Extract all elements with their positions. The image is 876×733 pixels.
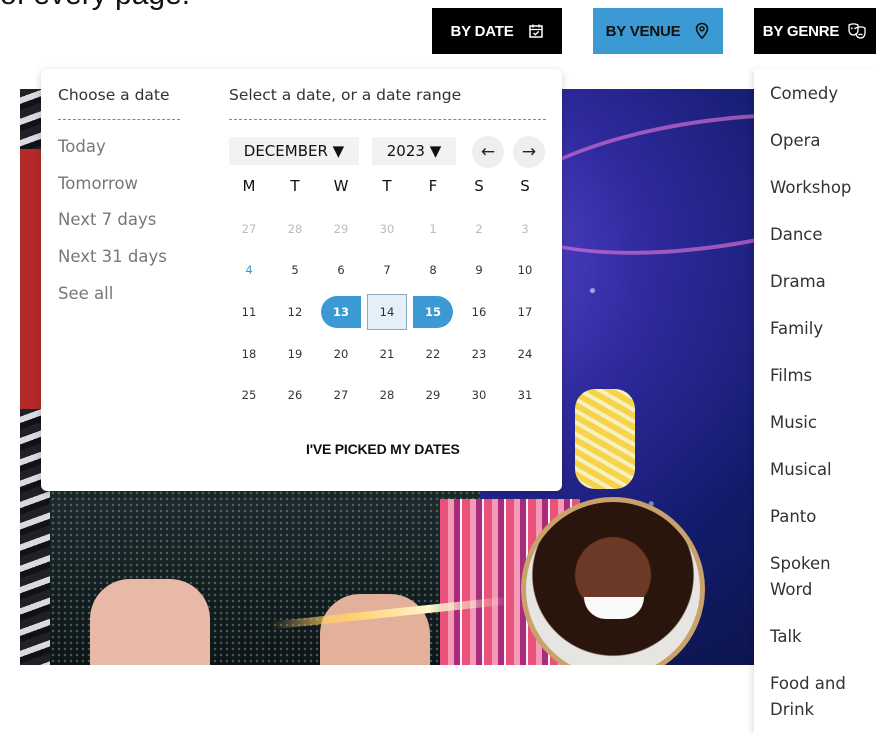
- calendar-day[interactable]: 31: [505, 379, 545, 411]
- arrow-right-icon: →: [521, 142, 537, 162]
- calendar-day[interactable]: 11: [229, 296, 269, 328]
- quick-option-next-7-days[interactable]: Next 7 days: [58, 210, 156, 229]
- calendar-day[interactable]: 26: [275, 379, 315, 411]
- calendar-day-in-range[interactable]: 14: [367, 294, 407, 330]
- calendar-day[interactable]: 21: [367, 338, 407, 370]
- previous-month-button[interactable]: ←: [472, 136, 504, 168]
- calendar-day[interactable]: 7: [367, 254, 407, 286]
- quick-option-today[interactable]: Today: [58, 137, 106, 156]
- calendar-day[interactable]: 29: [413, 379, 453, 411]
- calendar-day[interactable]: 2: [459, 213, 499, 245]
- genre-item-talk[interactable]: Talk: [770, 624, 870, 650]
- calendar-day[interactable]: 27: [229, 213, 269, 245]
- month-select[interactable]: DECEMBER ▼: [229, 137, 359, 165]
- calendar-day[interactable]: 28: [367, 379, 407, 411]
- genre-item-musical[interactable]: Musical: [770, 457, 870, 483]
- by-venue-button[interactable]: BY VENUE: [593, 8, 723, 54]
- genre-item-drama[interactable]: Drama: [770, 269, 870, 295]
- genre-item-films[interactable]: Films: [770, 363, 870, 389]
- calendar-day[interactable]: 25: [229, 379, 269, 411]
- hero-portrait-avatar: [521, 497, 705, 665]
- weekday-header: T: [382, 177, 392, 195]
- calendar-day[interactable]: 27: [321, 379, 361, 411]
- by-date-label: BY DATE: [450, 22, 514, 40]
- weekday-header: S: [520, 177, 530, 195]
- calendar-day[interactable]: 29: [321, 213, 361, 245]
- year-select[interactable]: 2023 ▼: [372, 137, 456, 165]
- weekday-header: M: [242, 177, 256, 195]
- calendar-day[interactable]: 20: [321, 338, 361, 370]
- calendar-day[interactable]: 12: [275, 296, 315, 328]
- choose-date-heading: Choose a date: [58, 86, 170, 104]
- hero-yellow-bow: [575, 389, 635, 489]
- genre-item-dance[interactable]: Dance: [770, 222, 870, 248]
- by-genre-button[interactable]: BY GENRE: [754, 8, 876, 54]
- calendar-day[interactable]: 22: [413, 338, 453, 370]
- weekday-header: F: [428, 177, 438, 195]
- quick-option-tomorrow[interactable]: Tomorrow: [58, 174, 138, 193]
- calendar-day[interactable]: 24: [505, 338, 545, 370]
- genre-dropdown: Comedy Opera Workshop Dance Drama Family…: [754, 69, 876, 733]
- calendar-day-range-end[interactable]: 15: [413, 296, 453, 328]
- calendar-day[interactable]: 18: [229, 338, 269, 370]
- picked-dates-button[interactable]: I'VE PICKED MY DATES: [306, 441, 460, 457]
- date-picker-panel: Choose a date Today Tomorrow Next 7 days…: [41, 69, 562, 491]
- calendar-day[interactable]: 30: [459, 379, 499, 411]
- genre-item-music[interactable]: Music: [770, 410, 870, 436]
- by-genre-label: BY GENRE: [762, 22, 840, 40]
- next-month-button[interactable]: →: [513, 136, 545, 168]
- weekday-header: S: [474, 177, 484, 195]
- date-range-divider: [229, 119, 546, 120]
- calendar-day[interactable]: 17: [505, 296, 545, 328]
- page-intro-text: of every page.: [0, 0, 190, 12]
- calendar-day[interactable]: 3: [505, 213, 545, 245]
- genre-item-family[interactable]: Family: [770, 316, 870, 342]
- genre-item-opera[interactable]: Opera: [770, 128, 870, 154]
- quick-option-next-31-days[interactable]: Next 31 days: [58, 247, 167, 266]
- genre-item-workshop[interactable]: Workshop: [770, 175, 870, 201]
- theatre-masks-icon: [847, 22, 867, 40]
- calendar-day[interactable]: 1: [413, 213, 453, 245]
- genre-item-food-and-drink[interactable]: Food and Drink: [770, 671, 870, 723]
- map-pin-icon: [694, 22, 710, 40]
- genre-item-panto[interactable]: Panto: [770, 504, 870, 530]
- hero-hand-right: [320, 594, 430, 665]
- calendar-day[interactable]: 6: [321, 254, 361, 286]
- calendar-day[interactable]: 10: [505, 254, 545, 286]
- calendar-day[interactable]: 19: [275, 338, 315, 370]
- choose-date-divider: [58, 119, 180, 120]
- calendar-day[interactable]: 8: [413, 254, 453, 286]
- calendar-day[interactable]: 28: [275, 213, 315, 245]
- calendar-day-range-start[interactable]: 13: [321, 296, 361, 328]
- calendar-day[interactable]: 30: [367, 213, 407, 245]
- date-range-heading: Select a date, or a date range: [229, 86, 462, 104]
- calendar-day[interactable]: 23: [459, 338, 499, 370]
- by-venue-label: BY VENUE: [605, 22, 681, 40]
- calendar-day[interactable]: 9: [459, 254, 499, 286]
- calendar-day[interactable]: 16: [459, 296, 499, 328]
- calendar-day[interactable]: 5: [275, 254, 315, 286]
- genre-item-spoken-word[interactable]: Spoken Word: [770, 551, 870, 603]
- genre-item-comedy[interactable]: Comedy: [770, 81, 870, 107]
- arrow-left-icon: ←: [480, 142, 496, 162]
- by-date-button[interactable]: BY DATE: [432, 8, 562, 54]
- weekday-header: T: [290, 177, 300, 195]
- quick-option-see-all[interactable]: See all: [58, 284, 113, 303]
- hero-hand-left: [90, 579, 210, 665]
- calendar-day-today[interactable]: 4: [229, 254, 269, 286]
- weekday-header: W: [333, 177, 349, 195]
- calendar-icon: [528, 23, 544, 39]
